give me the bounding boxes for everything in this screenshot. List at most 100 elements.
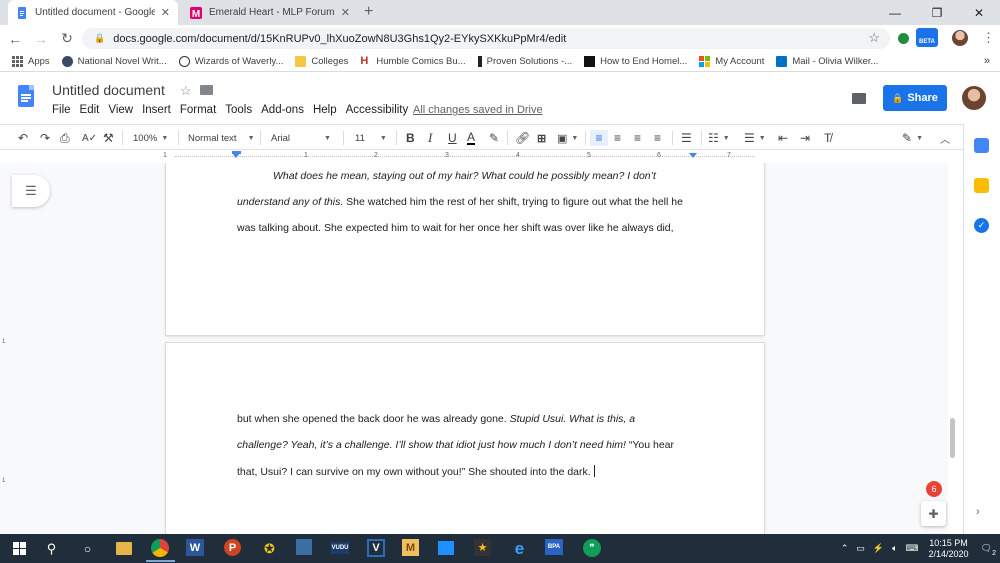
insert-image-icon[interactable]: ▣ ▼ [557,130,578,146]
right-indent-marker[interactable] [689,153,697,158]
chrome-profile-avatar[interactable] [952,30,968,46]
line-spacing-icon[interactable]: ☰ [681,130,692,146]
photo-app-icon[interactable] [296,539,312,555]
paint-format-icon[interactable]: ⚒ [103,130,114,146]
comment-history-icon[interactable] [852,93,866,104]
document-title[interactable]: Untitled document [52,82,165,98]
close-tab-icon[interactable]: ✕ [341,6,350,19]
keyboard-icon[interactable]: ⌨ [906,543,919,554]
text-line[interactable]: but when she opened the back door he was… [237,413,635,425]
expand-panel-chevron-icon[interactable]: › [976,506,980,518]
bookmark-proven[interactable]: Proven Solutions -... [477,56,572,67]
redo-icon[interactable]: ↷ [40,130,50,146]
m-app-icon[interactable]: M [402,539,419,556]
calendar-icon[interactable] [974,138,989,153]
document-outline-button[interactable]: ☰ [12,175,50,207]
network-icon[interactable]: ⚡ [873,543,884,554]
volume-icon[interactable]: 🔈︎ [892,543,897,554]
menu-file[interactable]: File [52,104,71,116]
file-explorer-icon[interactable] [116,542,132,555]
highlight-pen-icon[interactable]: ✎ [489,130,499,146]
align-left-icon[interactable]: ≡ [590,130,608,146]
increase-indent-icon[interactable]: ⇥ [800,130,810,146]
bookmark-homeless[interactable]: How to End Homel... [584,56,687,67]
menu-format[interactable]: Format [180,104,216,116]
bulleted-list-icon[interactable]: ☰ ▼ [744,130,766,146]
keep-icon[interactable] [974,178,989,193]
bookmark-star-icon[interactable]: ☆ [868,30,880,46]
show-hidden-icons-icon[interactable]: ⌃ [841,543,849,554]
text-color-button[interactable]: A [467,130,476,145]
numbered-list-icon[interactable]: ☷ ▼ [708,130,730,146]
tasks-icon[interactable]: ✓ [974,218,989,233]
decrease-indent-icon[interactable]: ⇤ [778,130,788,146]
menu-view[interactable]: View [108,104,133,116]
close-window-button[interactable]: ✕ [958,6,1000,20]
vudu-icon[interactable]: VUDU [331,542,349,554]
add-comment-icon[interactable]: ⊞ [537,130,546,146]
text-line[interactable]: What does he mean, staying out of my hai… [273,170,656,182]
forward-arrow-icon[interactable]: → [28,31,54,47]
vegas-icon[interactable]: V [367,539,385,557]
bold-button[interactable]: B [406,130,415,146]
media-app-icon[interactable]: ✪ [260,539,279,558]
movie-maker-icon[interactable]: ★ [474,539,491,556]
clock[interactable]: 10:15 PM 2/14/2020 [929,538,969,560]
bookmark-wizards[interactable]: Wizards of Waverly... [178,56,283,67]
app-bpa-icon[interactable]: BPA [545,539,563,555]
windows-start-icon[interactable] [10,539,29,558]
bookmark-humble[interactable]: H Humble Comics Bu... [360,56,465,68]
share-button[interactable]: 🔒 Share [883,85,947,111]
link-icon[interactable]: 🔗︎ [515,130,530,146]
document-page-1[interactable]: What does he mean, staying out of my hai… [166,163,764,335]
menu-add-ons[interactable]: Add-ons [261,104,304,116]
save-status[interactable]: All changes saved in Drive [413,104,543,116]
extension-green-icon[interactable] [898,33,909,44]
spellcheck-icon[interactable]: A✓ [82,130,97,146]
new-tab-button[interactable]: + [364,3,373,21]
bookmark-nanowrimo[interactable]: National Novel Writ... [61,56,167,67]
collapse-menus-chevron-up-icon[interactable]: ︿ [940,130,950,146]
tab-mlp-forums[interactable]: M Emerald Heart - MLP Forums ✕ [182,0,358,25]
more-bookmarks-icon[interactable]: » [984,55,990,67]
clear-formatting-icon[interactable]: T̸ [824,130,831,146]
minimize-button[interactable]: — [874,6,916,20]
folder-icon[interactable] [200,85,213,95]
bookmark-colleges[interactable]: Colleges [295,56,348,67]
text-line[interactable]: understand any of this. She watched him … [237,196,683,208]
reload-icon[interactable]: ↻ [54,30,80,47]
google-docs-logo-icon[interactable] [18,85,34,107]
star-icon[interactable]: ☆ [180,83,192,99]
search-icon[interactable]: ⚲ [42,539,61,558]
document-canvas[interactable]: 1 1 ☰ What does he mean, staying out of … [0,163,948,534]
menu-help[interactable]: Help [313,104,337,116]
menu-accessibility[interactable]: Accessibility [346,104,409,116]
editing-mode-pencil-icon[interactable]: ✎ ▼ [902,130,923,146]
tab-google-doc[interactable]: Untitled document - Google Doc ✕ [8,0,178,25]
font-select[interactable]: Arial ▼ [271,130,331,146]
bookmark-mail[interactable]: Mail - Olivia Wilker... [776,56,878,67]
align-justify-icon[interactable]: ≡ [654,130,661,146]
beta-extension-icon[interactable]: BETA [916,28,938,47]
notification-badge[interactable]: 6 [926,481,942,497]
powerpoint-icon[interactable]: P [224,539,241,556]
close-tab-icon[interactable]: ✕ [161,6,170,19]
bookmark-apps[interactable]: Apps [12,56,50,67]
back-arrow-icon[interactable]: ← [2,31,28,47]
restore-button[interactable]: ❐ [916,6,958,20]
text-line[interactable]: challenge? Yeah, it’s a challenge. I’ll … [237,439,674,451]
print-icon[interactable]: ⎙ [60,130,70,146]
battery-icon[interactable]: ▭ [856,543,865,554]
text-line[interactable]: was talking about. She expected him to w… [237,222,674,234]
left-indent-marker[interactable] [232,153,240,158]
menu-edit[interactable]: Edit [80,104,100,116]
document-page-2[interactable]: but when she opened the back door he was… [166,343,764,534]
address-bar[interactable]: 🔒 docs.google.com/document/d/15KnRUPv0_l… [82,28,890,49]
bookmark-my-account[interactable]: My Account [699,56,764,67]
zoom-select[interactable]: 100% ▼ [133,130,168,146]
menu-tools[interactable]: Tools [225,104,252,116]
undo-icon[interactable]: ↶ [18,130,28,146]
word-icon[interactable]: W [186,539,204,556]
explore-button[interactable]: ✚ [921,501,946,526]
italic-button[interactable]: I [428,130,432,146]
